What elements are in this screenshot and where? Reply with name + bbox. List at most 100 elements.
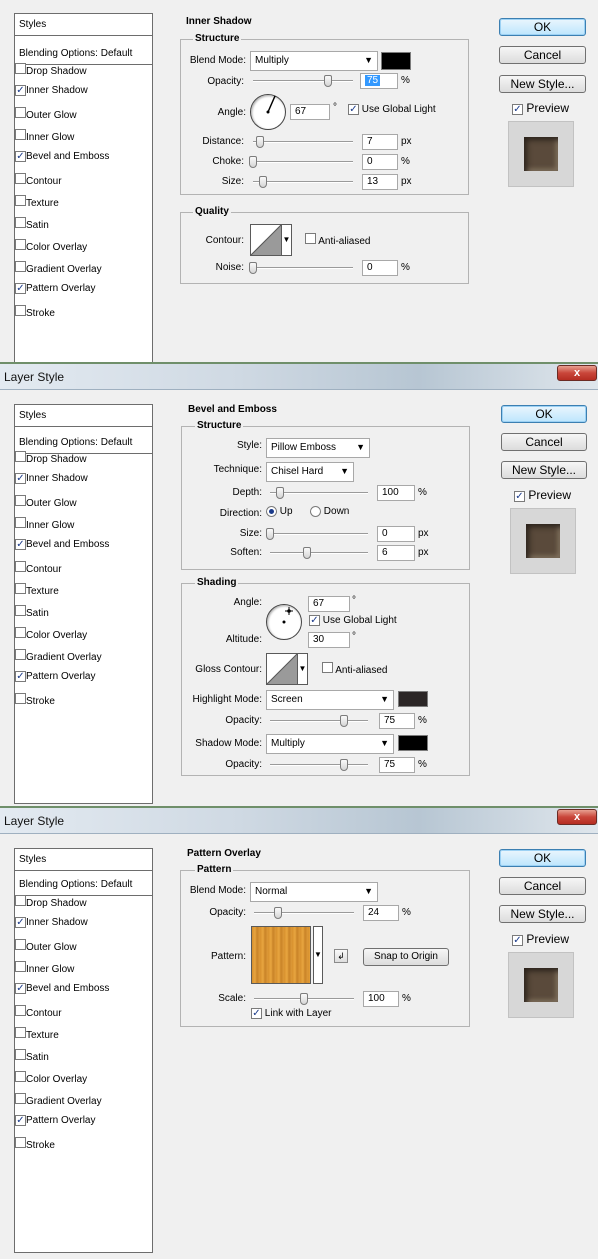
styles-item-drop-shadow-checkbox[interactable] — [15, 895, 26, 906]
styles-item-gradient-overlay-checkbox[interactable] — [15, 261, 26, 272]
styles-item-drop-shadow[interactable]: Drop Shadow — [15, 63, 152, 77]
styles-item-gradient-overlay[interactable]: Gradient Overlay — [15, 261, 152, 275]
angle-input[interactable]: 67 — [290, 104, 330, 120]
styles-item-pattern-overlay-checkbox[interactable]: ✓ — [15, 283, 26, 294]
styles-item-texture[interactable]: Texture — [15, 583, 152, 597]
title-bar[interactable]: Layer Style x — [0, 364, 598, 390]
styles-item-inner-shadow-checkbox[interactable]: ✓ — [15, 85, 26, 96]
altitude-input[interactable]: 30 — [308, 632, 350, 648]
styles-item-gradient-overlay-checkbox[interactable] — [15, 649, 26, 660]
styles-item-pattern-overlay-checkbox[interactable]: ✓ — [15, 671, 26, 682]
size-slider[interactable] — [266, 528, 368, 540]
noise-slider[interactable] — [249, 262, 353, 274]
blending-options-item[interactable]: Blending Options: Default — [15, 874, 152, 896]
shadow-color-swatch[interactable] — [381, 52, 411, 70]
styles-item-pattern-overlay[interactable]: ✓Pattern Overlay — [15, 283, 152, 294]
use-global-light-checkbox[interactable]: ✓ Use Global Light — [309, 615, 397, 626]
styles-item-contour[interactable]: Contour — [15, 1005, 152, 1019]
blending-options-item[interactable]: Blending Options: Default — [15, 43, 152, 65]
blend-mode-dropdown[interactable]: Normal ▼ — [250, 882, 378, 902]
styles-item-outer-glow-checkbox[interactable] — [15, 939, 26, 950]
styles-item-color-overlay[interactable]: Color Overlay — [15, 627, 152, 641]
shading-angle-dial[interactable] — [266, 604, 302, 640]
pattern-swatch[interactable] — [251, 926, 311, 984]
cancel-button[interactable]: Cancel — [499, 877, 586, 895]
technique-dropdown[interactable]: Chisel Hard ▼ — [266, 462, 354, 482]
styles-item-satin-checkbox[interactable] — [15, 217, 26, 228]
distance-slider[interactable] — [253, 136, 353, 148]
styles-item-inner-glow[interactable]: Inner Glow — [15, 961, 152, 975]
title-bar[interactable]: Layer Style x — [0, 808, 598, 834]
ok-button[interactable]: OK — [501, 405, 587, 423]
use-global-light-checkbox[interactable]: ✓ Use Global Light — [348, 104, 436, 115]
styles-item-texture-checkbox[interactable] — [15, 1027, 26, 1038]
styles-item-satin[interactable]: Satin — [15, 217, 152, 231]
styles-item-pattern-overlay-checkbox[interactable]: ✓ — [15, 1115, 26, 1126]
opacity-slider[interactable] — [253, 75, 353, 87]
preview-checkbox[interactable]: ✓ Preview — [512, 932, 569, 946]
direction-up-radio[interactable]: Up — [266, 506, 293, 517]
styles-item-inner-glow-checkbox[interactable] — [15, 961, 26, 972]
styles-item-stroke[interactable]: Stroke — [15, 693, 152, 707]
new-style-button[interactable]: New Style... — [501, 461, 587, 479]
styles-item-color-overlay[interactable]: Color Overlay — [15, 1071, 152, 1085]
choke-slider[interactable] — [249, 156, 353, 168]
styles-item-texture-checkbox[interactable] — [15, 583, 26, 594]
styles-item-drop-shadow[interactable]: Drop Shadow — [15, 895, 152, 909]
styles-item-stroke[interactable]: Stroke — [15, 305, 152, 319]
ok-button[interactable]: OK — [499, 849, 586, 867]
styles-item-inner-glow[interactable]: Inner Glow — [15, 129, 152, 143]
styles-item-inner-shadow[interactable]: ✓Inner Shadow — [15, 917, 152, 928]
styles-item-bevel-and-emboss[interactable]: ✓Bevel and Emboss — [15, 151, 152, 162]
choke-input[interactable]: 0 — [362, 154, 398, 170]
styles-item-color-overlay-checkbox[interactable] — [15, 239, 26, 250]
styles-item-satin[interactable]: Satin — [15, 605, 152, 619]
ok-button[interactable]: OK — [499, 18, 586, 36]
highlight-opacity-slider[interactable] — [270, 715, 368, 727]
styles-item-inner-shadow[interactable]: ✓Inner Shadow — [15, 85, 152, 96]
close-button[interactable]: x — [557, 809, 597, 825]
shadow-mode-dropdown[interactable]: Multiply ▼ — [266, 734, 394, 754]
anti-aliased-checkbox[interactable]: Anti-aliased — [322, 662, 388, 676]
styles-item-stroke[interactable]: Stroke — [15, 1137, 152, 1151]
size-input[interactable]: 13 — [362, 174, 398, 190]
styles-item-color-overlay[interactable]: Color Overlay — [15, 239, 152, 253]
styles-item-drop-shadow-checkbox[interactable] — [15, 451, 26, 462]
style-dropdown[interactable]: Pillow Emboss ▼ — [266, 438, 370, 458]
styles-item-outer-glow[interactable]: Outer Glow — [15, 107, 152, 121]
styles-item-contour[interactable]: Contour — [15, 561, 152, 575]
styles-item-stroke-checkbox[interactable] — [15, 305, 26, 316]
depth-input[interactable]: 100 — [377, 485, 415, 501]
styles-item-stroke-checkbox[interactable] — [15, 1137, 26, 1148]
preview-checkbox[interactable]: ✓ Preview — [512, 101, 569, 115]
shading-angle-input[interactable]: 67 — [308, 596, 350, 612]
styles-item-drop-shadow-checkbox[interactable] — [15, 63, 26, 74]
styles-item-outer-glow-checkbox[interactable] — [15, 107, 26, 118]
highlight-color-swatch[interactable] — [398, 691, 428, 707]
styles-header[interactable]: Styles — [15, 14, 152, 36]
shadow-opacity-input[interactable]: 75 — [379, 757, 415, 773]
styles-item-contour-checkbox[interactable] — [15, 561, 26, 572]
styles-item-outer-glow-checkbox[interactable] — [15, 495, 26, 506]
size-slider[interactable] — [253, 176, 353, 188]
styles-item-bevel-and-emboss[interactable]: ✓Bevel and Emboss — [15, 539, 152, 550]
opacity-input[interactable]: 24 — [363, 905, 399, 921]
styles-item-texture[interactable]: Texture — [15, 1027, 152, 1041]
styles-item-outer-glow[interactable]: Outer Glow — [15, 939, 152, 953]
styles-item-drop-shadow[interactable]: Drop Shadow — [15, 451, 152, 465]
new-style-button[interactable]: New Style... — [499, 905, 586, 923]
styles-item-color-overlay-checkbox[interactable] — [15, 627, 26, 638]
styles-header[interactable]: Styles — [15, 405, 152, 427]
styles-item-bevel-and-emboss-checkbox[interactable]: ✓ — [15, 151, 26, 162]
new-style-button[interactable]: New Style... — [499, 75, 586, 93]
contour-dropdown-arrow-icon[interactable]: ▼ — [281, 225, 291, 255]
cancel-button[interactable]: Cancel — [501, 433, 587, 451]
styles-item-contour-checkbox[interactable] — [15, 173, 26, 184]
styles-item-texture[interactable]: Texture — [15, 195, 152, 209]
pattern-dropdown-arrow-icon[interactable]: ▼ — [313, 926, 323, 984]
angle-dial[interactable] — [250, 94, 286, 130]
styles-item-gradient-overlay-checkbox[interactable] — [15, 1093, 26, 1104]
direction-down-radio[interactable]: Down — [310, 506, 349, 517]
noise-input[interactable]: 0 — [362, 260, 398, 276]
shadow-color-swatch[interactable] — [398, 735, 428, 751]
